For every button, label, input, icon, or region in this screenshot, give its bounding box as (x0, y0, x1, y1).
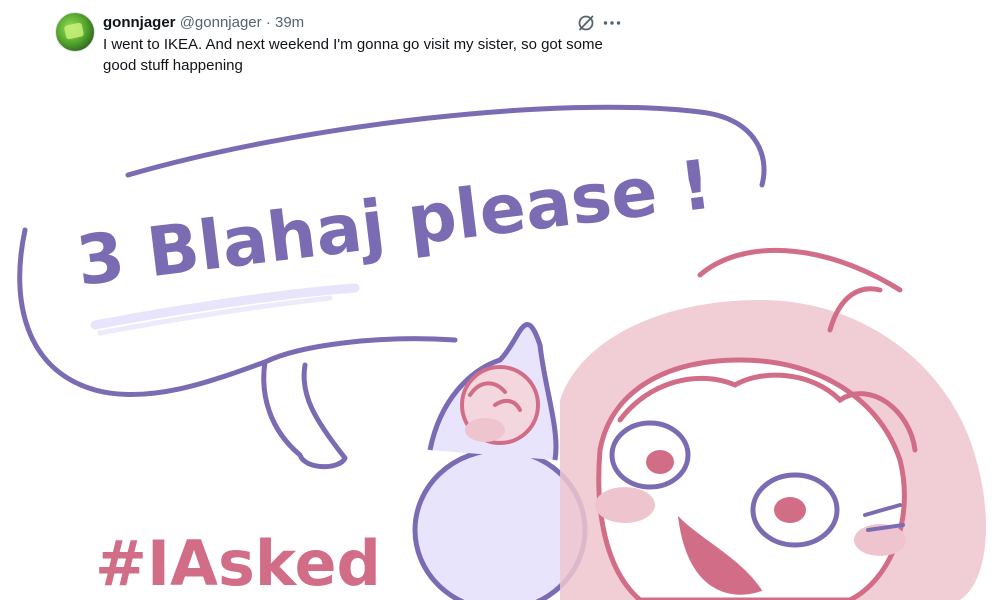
more-button[interactable] (601, 12, 623, 34)
right-pupil (774, 497, 806, 523)
cheek-blush-left (595, 487, 655, 523)
fist-blush (465, 418, 505, 442)
speech-text: 3 Blahaj please ! (72, 146, 715, 302)
grok-button[interactable] (575, 12, 597, 34)
tweet-image[interactable]: 3 Blahaj please ! #IAsked (0, 90, 1000, 600)
tweet-text-line: good stuff happening (103, 57, 243, 74)
separator-dot: · (265, 14, 271, 31)
avatar-mark (63, 22, 85, 40)
left-pupil (646, 450, 674, 474)
hashtag-text: #IAsked (95, 527, 381, 600)
display-name[interactable]: gonnjager (103, 14, 176, 31)
grok-icon (578, 15, 594, 31)
more-dots-icon (603, 21, 621, 25)
tweet-author-row: gonnjager @gonnjager · 39m (103, 13, 304, 33)
timestamp[interactable]: 39m (275, 14, 304, 31)
handle[interactable]: @gonnjager (180, 14, 262, 31)
purple-body (412, 447, 588, 600)
tweet-text-line: I went to IKEA. And next weekend I'm gon… (103, 36, 603, 53)
tweet-text: I went to IKEA. And next weekend I'm gon… (103, 34, 643, 76)
tweet-header: gonnjager @gonnjager · 39m I went to IKE… (0, 0, 1000, 90)
avatar[interactable] (55, 12, 95, 52)
